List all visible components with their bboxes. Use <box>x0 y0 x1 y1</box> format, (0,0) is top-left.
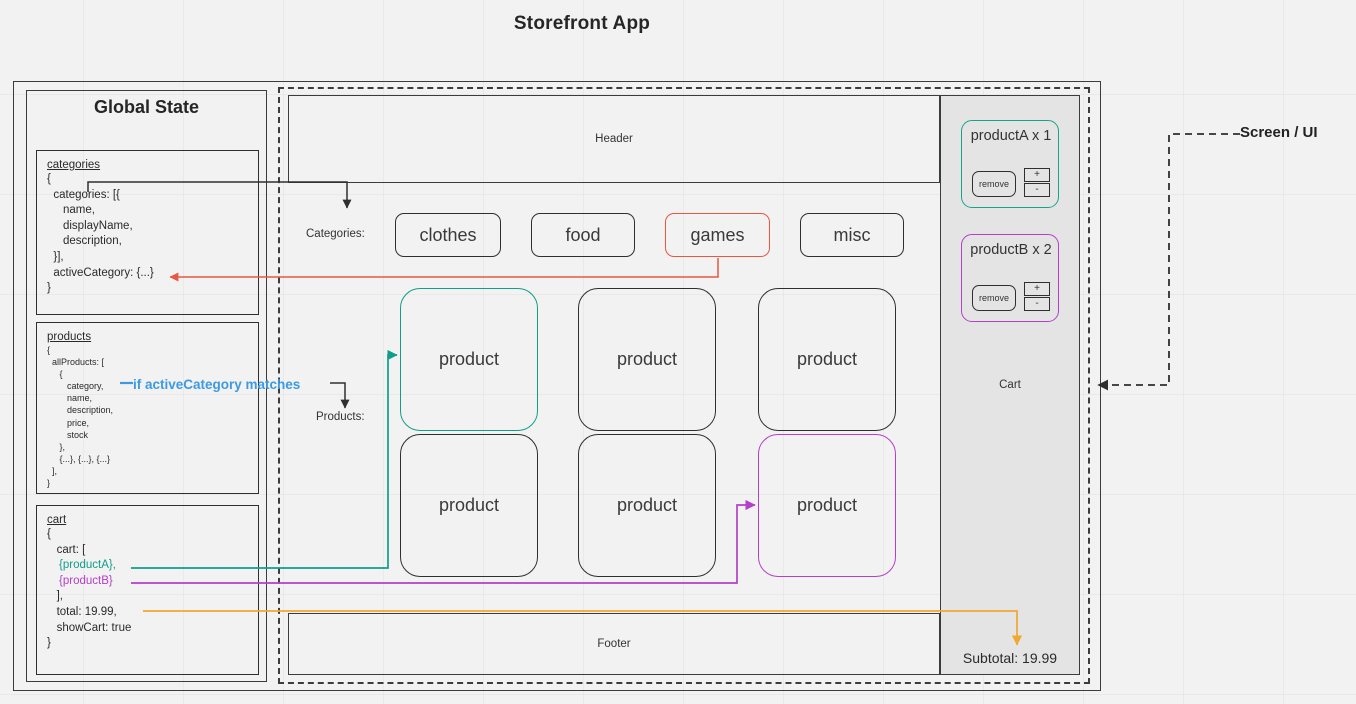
footer-label: Footer <box>597 638 631 650</box>
cart-item-decrement-button[interactable]: - <box>1024 297 1050 311</box>
cart-item-increment-button[interactable]: + <box>1024 282 1050 296</box>
global-state-heading: Global State <box>93 97 200 117</box>
cart-subtotal: Subtotal: 19.99 <box>962 650 1058 666</box>
diagram-canvas: Storefront App Global State categories {… <box>0 0 1356 704</box>
state-box-products: products { allProducts: [ { category, na… <box>36 322 259 494</box>
state-box-cart: cart { cart: [ {productA}, {productB} ],… <box>36 505 259 675</box>
footer-panel: Footer <box>288 613 940 675</box>
product-card[interactable]: product <box>400 288 538 431</box>
product-card-label: product <box>438 349 500 369</box>
header-label: Header <box>595 133 633 145</box>
cart-item: productA x 1 remove + - <box>961 120 1059 208</box>
cart-item-b-token: {productB} <box>59 574 113 587</box>
cart-item-increment-button[interactable]: + <box>1024 168 1050 182</box>
cart-item-title: productA x 1 <box>970 128 1052 144</box>
products-label: Products: <box>316 411 365 423</box>
state-box-cart-title: cart <box>47 514 67 526</box>
state-box-products-title: products <box>47 331 92 343</box>
screen-ui-annotation-label: Screen / UI <box>1240 124 1318 141</box>
category-button-food[interactable]: food <box>531 213 635 257</box>
cart-item-remove-button[interactable]: remove <box>972 285 1016 311</box>
category-button-misc[interactable]: misc <box>800 213 904 257</box>
product-card[interactable]: product <box>758 288 896 431</box>
active-category-note: if activeCategory matches <box>133 377 301 392</box>
cart-item-decrement-button[interactable]: - <box>1024 183 1050 197</box>
header-panel: Header <box>288 95 940 183</box>
categories-label: Categories: <box>306 228 365 240</box>
cart-item-remove-button[interactable]: remove <box>972 171 1016 197</box>
product-card[interactable]: product <box>578 288 716 431</box>
product-card[interactable]: product <box>578 434 716 577</box>
product-card-label: product <box>616 349 678 369</box>
state-box-categories-title: categories <box>47 159 101 171</box>
product-card-label: product <box>616 495 678 515</box>
category-label: food <box>565 224 601 245</box>
category-label: misc <box>833 224 871 245</box>
cart-item-a-token: {productA}, <box>59 559 116 572</box>
state-box-categories-code: { categories: [{ name, displayName, desc… <box>47 173 154 295</box>
wire-screen-ui-leader <box>1097 133 1240 391</box>
state-box-categories: categories { categories: [{ name, displa… <box>36 150 259 315</box>
product-card[interactable]: product <box>758 434 896 577</box>
product-card-label: product <box>796 495 858 515</box>
state-box-products-code: { allProducts: [ { category, name, descr… <box>47 345 114 489</box>
product-card[interactable]: product <box>400 434 538 577</box>
cart-item-title: productB x 2 <box>970 242 1052 258</box>
cart-label: Cart <box>999 379 1021 391</box>
category-label: clothes <box>419 224 477 245</box>
category-label: games <box>690 224 745 245</box>
page-title: Storefront App <box>513 13 651 34</box>
state-box-cart-code: { cart: [ {productA}, {productB} ], tota… <box>47 528 132 650</box>
category-button-clothes[interactable]: clothes <box>395 213 501 257</box>
category-button-games[interactable]: games <box>665 213 770 257</box>
product-card-label: product <box>796 349 858 369</box>
cart-item: productB x 2 remove + - <box>961 234 1059 322</box>
product-card-label: product <box>438 495 500 515</box>
